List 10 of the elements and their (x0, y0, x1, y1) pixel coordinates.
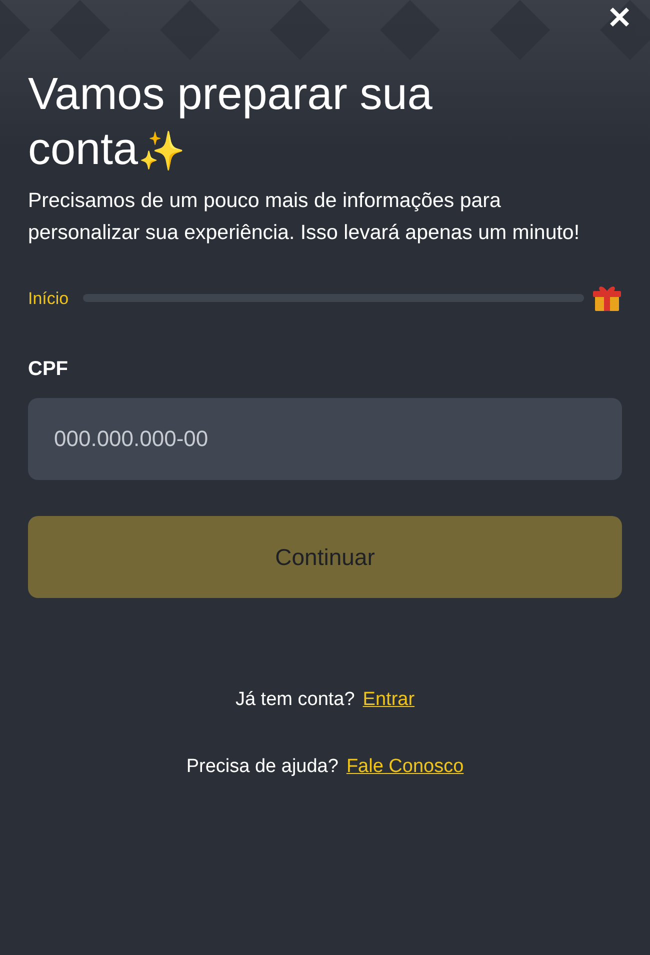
footer-link[interactable]: Fale Conosco (346, 752, 464, 782)
gift-icon (592, 284, 622, 312)
subtitle-text: Precisamos de um pouco mais de informações para personalizar sua experiência. Isso levará apenas um minuto! (28, 188, 581, 246)
prompt-text: Precisa de ajuda? (186, 754, 338, 779)
prompt-text: Já tem conta? (235, 688, 355, 712)
field-label: CPF (28, 357, 69, 382)
footer-link[interactable]: Entrar (362, 686, 415, 715)
cpf-input-field[interactable]: 000.000.000-00 (28, 398, 622, 480)
page-title: Vamos preparar sua conta✨ (28, 67, 434, 176)
progress-label: Início (28, 288, 69, 310)
